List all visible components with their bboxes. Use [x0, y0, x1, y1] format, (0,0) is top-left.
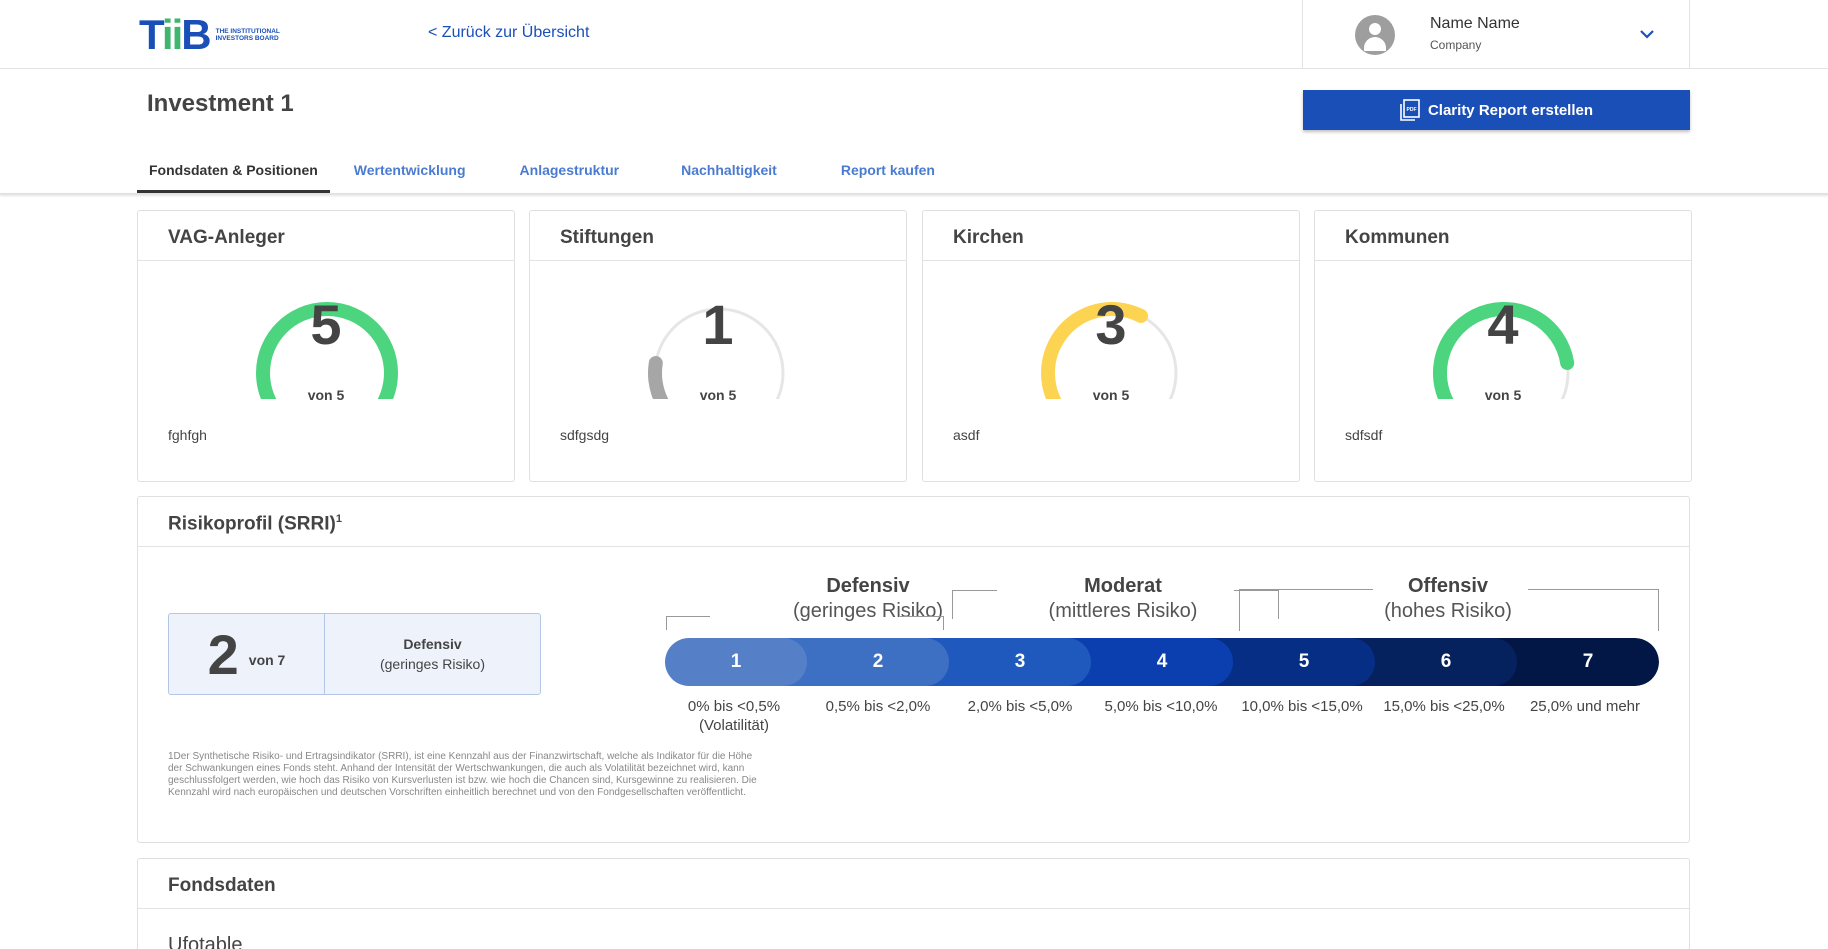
fondsdaten-card: Fondsdaten Ufotable: [137, 858, 1690, 949]
srri-range-3: 2,0% bis <5,0%: [967, 698, 1073, 715]
srri-range-5: 10,0% bis <15,0%: [1241, 698, 1363, 715]
srri-range-6: 15,0% bis <25,0%: [1383, 698, 1505, 715]
gauge-card-stiftungen: Stiftungen 1 von 5 sdfgsdg: [529, 210, 907, 482]
srri-score-value: 2: [207, 622, 239, 686]
bracket-offensiv-right: [1528, 589, 1659, 631]
footnote-marker: 1: [335, 513, 342, 525]
srri-range-1: 0% bis <0,5% (Volatilität): [664, 697, 804, 735]
chevron-down-icon[interactable]: [1637, 24, 1657, 44]
svg-text:PDF: PDF: [1406, 107, 1416, 113]
bracket-moderat-left: [952, 590, 997, 619]
srri-category-sub: (geringes Risiko): [379, 656, 486, 672]
bracket-defensiv-left: [666, 616, 710, 630]
top-bar: TiiB The Institutional Investors Board <…: [0, 0, 1828, 69]
gauge-card-title: Kommunen: [1315, 211, 1691, 261]
pdf-icon: PDF: [1400, 99, 1420, 121]
srri-range-7: 25,0% und mehr: [1529, 698, 1641, 715]
gauge-note: sdfsdf: [1345, 427, 1383, 443]
fondsdaten-title: Fondsdaten: [138, 859, 1689, 909]
group-sub: (hohes Risiko): [1384, 600, 1512, 622]
srri-step-1[interactable]: 1: [665, 638, 807, 686]
srri-step-6[interactable]: 6: [1351, 638, 1517, 686]
gauge-note: asdf: [953, 427, 980, 443]
srri-score-box: 2 von 7 Defensiv (geringes Risiko): [168, 613, 541, 695]
srri-score: 2 von 7: [169, 614, 325, 694]
srri-range-unit: (Volatilität): [698, 717, 770, 734]
fondsdaten-subtitle: Ufotable: [168, 934, 243, 949]
srri-category-title: Defensiv: [403, 636, 462, 652]
risk-profile-card: Risikoprofil (SRRI)1 2 von 7 Defensiv (g…: [137, 496, 1690, 843]
gauge-card-kommunen: Kommunen 4 von 5 sdfsdf: [1314, 210, 1692, 482]
gauge-value: 3: [1095, 293, 1127, 356]
risk-profile-title: Risikoprofil (SRRI)1: [138, 497, 1689, 547]
gauge-card-title: Stiftungen: [530, 211, 906, 261]
gauge-max-label: von 5: [1092, 387, 1130, 403]
tiib-logo[interactable]: TiiB The Institutional Investors Board: [139, 11, 286, 58]
srri-step-4[interactable]: 4: [1067, 638, 1233, 686]
back-to-overview-link[interactable]: < Zurück zur Übersicht: [428, 24, 589, 42]
tab-bar: Fondsdaten & Positionen Wertentwicklung …: [137, 150, 947, 194]
tab-report-kaufen[interactable]: Report kaufen: [829, 150, 947, 194]
gauge-note: fghfgh: [168, 427, 207, 443]
gauge-card-vag: VAG-Anleger 5 von 5 fghfgh: [137, 210, 515, 482]
tab-divider: [0, 193, 1828, 195]
page-title: Investment 1: [147, 90, 294, 117]
group-offensiv: Offensiv (hohes Risiko): [1368, 575, 1528, 623]
group-sub: (mittleres Risiko): [1048, 600, 1198, 622]
srri-step-5[interactable]: 5: [1209, 638, 1375, 686]
user-name: Name Name: [1430, 15, 1520, 32]
bracket-offensiv-left: [1239, 589, 1373, 631]
gauge-max-label: von 5: [699, 387, 737, 403]
srri-range-4: 5,0% bis <10,0%: [1104, 698, 1218, 715]
group-moderat: Moderat (mittleres Risiko): [1018, 575, 1228, 623]
srri-step-7[interactable]: 7: [1493, 638, 1659, 686]
srri-score-max: von 7: [248, 652, 286, 668]
group-title: Offensiv: [1407, 575, 1489, 597]
avatar-icon: [1355, 15, 1395, 55]
tab-wertentwicklung[interactable]: Wertentwicklung: [342, 150, 478, 194]
gauge-max-label: von 5: [1484, 387, 1522, 403]
tab-anlagestruktur[interactable]: Anlagestruktur: [508, 150, 632, 194]
gauge-card-kirchen: Kirchen 3 von 5 asdf: [922, 210, 1300, 482]
tab-nachhaltigkeit[interactable]: Nachhaltigkeit: [669, 150, 789, 194]
logo-mark: TiiB: [139, 11, 212, 58]
srri-footnote: 1Der Synthetische Risiko- und Ertragsind…: [168, 751, 757, 798]
gauge-note: sdfgsdg: [560, 427, 610, 443]
logo-text: The Institutional Investors Board: [215, 28, 280, 42]
srri-step-3[interactable]: 3: [925, 638, 1091, 686]
clarity-report-button[interactable]: PDF Clarity Report erstellen: [1303, 90, 1690, 130]
gauge-value: 5: [310, 293, 342, 356]
gauge-value: 4: [1487, 293, 1519, 356]
srri-scale: 1 2 3 4 5 6 7: [665, 638, 1659, 686]
tab-fondsdaten[interactable]: Fondsdaten & Positionen: [137, 150, 330, 194]
user-company: Company: [1430, 38, 1482, 52]
user-menu[interactable]: Name Name Company: [1302, 0, 1690, 69]
group-title: Moderat: [1084, 575, 1162, 597]
srri-category: Defensiv (geringes Risiko): [325, 614, 540, 694]
gauge-card-title: VAG-Anleger: [138, 211, 514, 261]
clarity-report-label: Clarity Report erstellen: [1427, 101, 1594, 119]
gauge-card-title: Kirchen: [923, 211, 1299, 261]
gauge-max-label: von 5: [307, 387, 345, 403]
srri-step-2[interactable]: 2: [783, 638, 949, 686]
srri-range-2: 0,5% bis <2,0%: [825, 698, 931, 715]
gauge-value: 1: [702, 293, 734, 356]
bracket-defensiv-right: [900, 616, 944, 630]
